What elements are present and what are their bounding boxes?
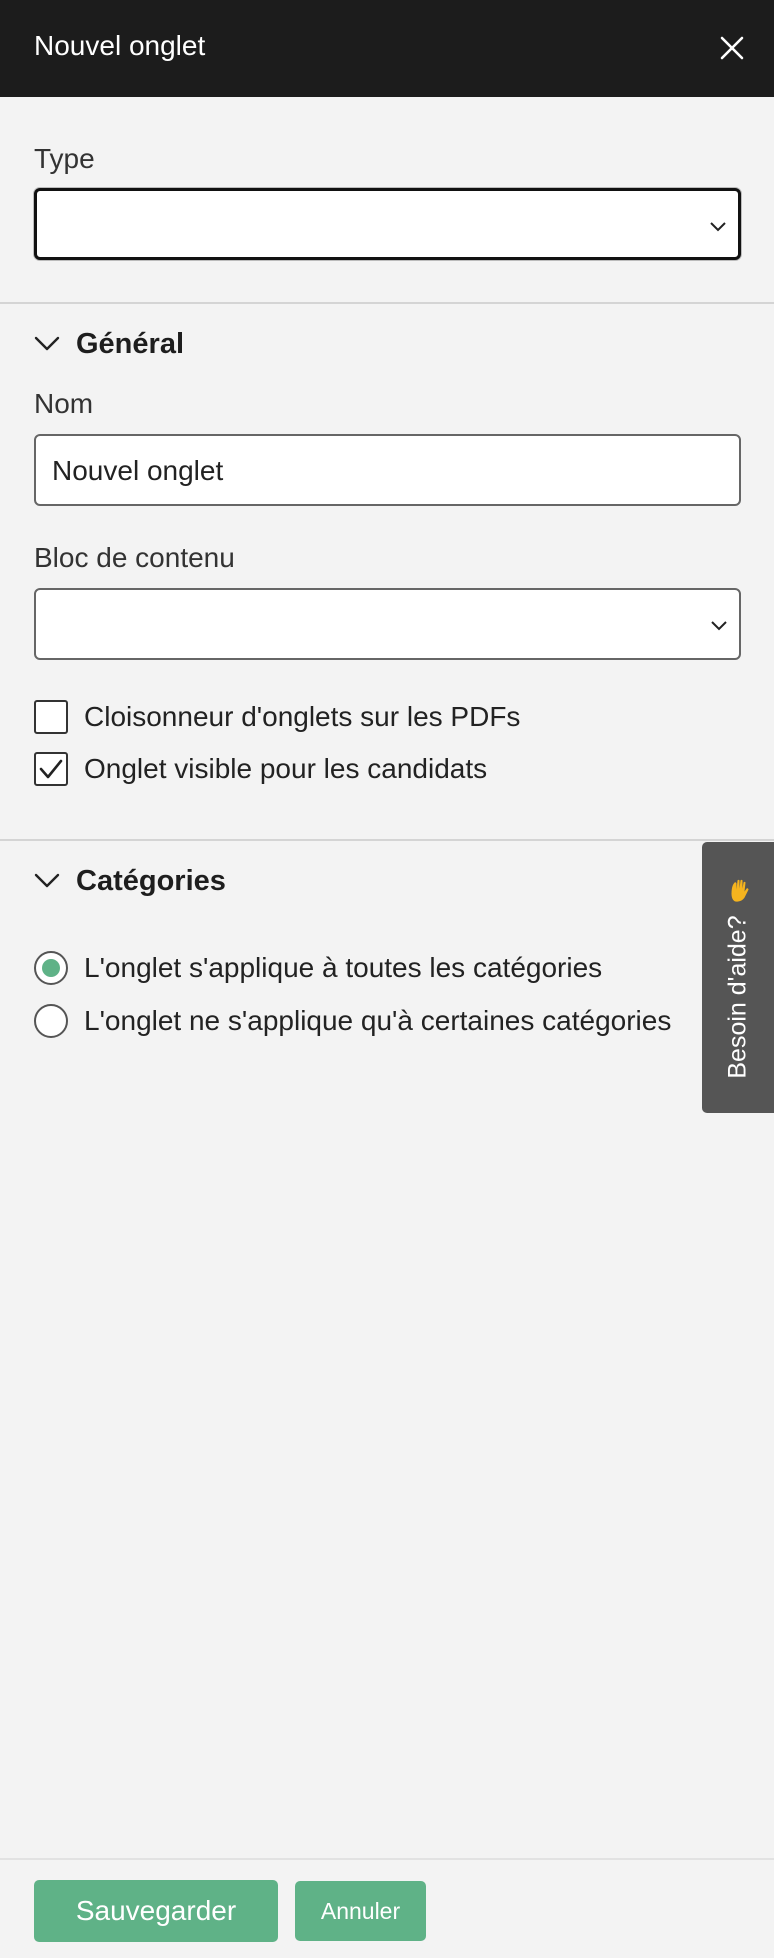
help-tab[interactable]: Besoin d'aide? xyxy=(702,842,774,1113)
visible-candidates-checkbox[interactable] xyxy=(34,752,68,786)
checkbox-row-visible[interactable]: Onglet visible pour les candidats xyxy=(34,751,487,787)
waving-hand-icon xyxy=(731,879,748,901)
checkmark-icon xyxy=(39,759,63,779)
modal-title: Nouvel onglet xyxy=(34,30,206,61)
pdf-divider-label: Cloisonneur d'onglets sur les PDFs xyxy=(84,701,521,732)
all-categories-radio[interactable] xyxy=(34,951,68,985)
divider xyxy=(0,839,774,841)
type-select[interactable] xyxy=(34,188,741,260)
bloc-contenu-select[interactable] xyxy=(34,588,741,660)
radio-row-some-categories[interactable]: L'onglet ne s'applique qu'à certaines ca… xyxy=(34,1003,671,1039)
type-label: Type xyxy=(34,143,95,174)
nom-input-value: Nouvel onglet xyxy=(52,455,224,486)
chevron-down-icon xyxy=(710,222,726,232)
close-icon xyxy=(720,36,744,60)
cancel-button[interactable]: Annuler xyxy=(295,1881,426,1941)
radio-row-all-categories[interactable]: L'onglet s'applique à toutes les catégor… xyxy=(34,950,602,986)
modal-header: Nouvel onglet xyxy=(0,0,774,97)
section-title-general: Général xyxy=(76,327,184,360)
chevron-down-icon xyxy=(711,621,727,631)
nom-input[interactable]: Nouvel onglet xyxy=(34,434,741,506)
some-categories-label: L'onglet ne s'applique qu'à certaines ca… xyxy=(84,1005,672,1036)
bloc-contenu-label: Bloc de contenu xyxy=(34,542,235,573)
nom-label: Nom xyxy=(34,388,94,419)
help-tab-label: Besoin d'aide? xyxy=(723,914,752,1079)
chevron-down-icon xyxy=(34,873,60,888)
modal-footer: Sauvegarder Annuler xyxy=(0,1858,774,1958)
all-categories-label: L'onglet s'applique à toutes les catégor… xyxy=(84,952,603,983)
divider xyxy=(0,302,774,304)
chevron-down-icon xyxy=(34,336,60,351)
visible-candidates-label: Onglet visible pour les candidats xyxy=(84,753,488,784)
help-tab-content: Besoin d'aide? xyxy=(724,877,753,1078)
pdf-divider-checkbox[interactable] xyxy=(34,700,68,734)
radio-selected-dot xyxy=(42,959,60,977)
section-title-categories: Catégories xyxy=(76,864,226,897)
section-toggle-general[interactable]: Général xyxy=(32,324,184,364)
checkbox-row-pdf[interactable]: Cloisonneur d'onglets sur les PDFs xyxy=(34,699,520,735)
close-button[interactable] xyxy=(712,28,752,68)
section-toggle-categories[interactable]: Catégories xyxy=(32,861,226,901)
some-categories-radio[interactable] xyxy=(34,1004,68,1038)
save-button[interactable]: Sauvegarder xyxy=(34,1880,278,1942)
